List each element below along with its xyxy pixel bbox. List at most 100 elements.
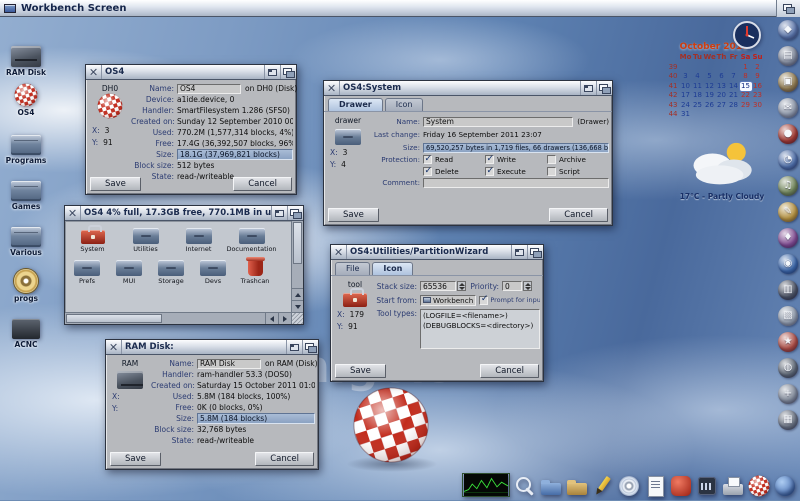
close-button[interactable] bbox=[86, 65, 102, 79]
calendar-day[interactable]: 2 bbox=[752, 63, 764, 73]
calendar-day[interactable]: 10 bbox=[680, 82, 692, 92]
calendar-day[interactable]: 8 bbox=[740, 72, 752, 82]
calendar-day[interactable]: 30 bbox=[752, 101, 764, 111]
calendar-day[interactable]: 3 bbox=[680, 72, 692, 82]
calendar-day[interactable]: 27 bbox=[716, 101, 728, 111]
protection-execute[interactable]: Execute bbox=[485, 166, 547, 176]
calendar-day[interactable]: 11 bbox=[692, 82, 704, 92]
desktop-icon-acnc[interactable]: ACNC bbox=[2, 313, 50, 349]
priority-input[interactable] bbox=[502, 281, 522, 291]
scroll-down-button[interactable] bbox=[292, 300, 303, 312]
folder-icon[interactable] bbox=[540, 475, 562, 497]
edit-icon[interactable]: ✎ bbox=[778, 202, 798, 222]
screen-depth-gadget[interactable] bbox=[776, 0, 800, 17]
tools-icon[interactable]: + bbox=[778, 384, 798, 404]
scroll-up-button[interactable] bbox=[292, 288, 303, 300]
cancel-button[interactable]: Cancel bbox=[255, 452, 314, 466]
web-icon[interactable] bbox=[774, 475, 796, 497]
calendar-day[interactable]: 22 bbox=[740, 91, 752, 101]
drawer-icon-prefs[interactable]: Prefs bbox=[66, 256, 108, 285]
scroll-right-button[interactable] bbox=[278, 313, 291, 324]
drawer-icon[interactable] bbox=[335, 129, 361, 145]
scroll-track[interactable] bbox=[163, 313, 265, 324]
calendar-day[interactable]: 17 bbox=[680, 91, 692, 101]
calendar-day[interactable]: 5 bbox=[704, 72, 716, 82]
vertical-scroll-thumb[interactable] bbox=[293, 222, 302, 264]
desktop-icon-os4[interactable]: OS4 bbox=[2, 81, 50, 117]
priority-stepper[interactable] bbox=[523, 281, 532, 291]
calendar-day[interactable]: 19 bbox=[704, 91, 716, 101]
zoom-button[interactable] bbox=[286, 340, 302, 354]
depth-button[interactable] bbox=[527, 245, 543, 259]
checkbox[interactable] bbox=[485, 166, 494, 176]
folder-icon[interactable]: ▣ bbox=[778, 72, 798, 92]
star-icon[interactable]: ★ bbox=[778, 332, 798, 352]
cancel-button[interactable]: Cancel bbox=[233, 177, 292, 191]
calendar-day[interactable]: 31 bbox=[680, 110, 692, 120]
media-icon[interactable]: ▥ bbox=[778, 280, 798, 300]
documents-icon[interactable] bbox=[566, 475, 588, 497]
name-input[interactable] bbox=[177, 83, 241, 94]
zoom-button[interactable] bbox=[511, 245, 527, 259]
scroll-left-button[interactable] bbox=[265, 313, 278, 324]
calendar-day[interactable]: 9 bbox=[752, 72, 764, 82]
music-icon[interactable]: ♫ bbox=[778, 176, 798, 196]
alert-icon[interactable]: ● bbox=[778, 124, 798, 144]
drawer-icon-internet[interactable]: Internet bbox=[172, 224, 225, 253]
zoom-button[interactable] bbox=[264, 65, 280, 79]
cancel-button[interactable]: Cancel bbox=[480, 364, 539, 378]
boing-icon[interactable] bbox=[748, 475, 770, 497]
desktop-icon-ram-disk[interactable]: RAM Disk bbox=[2, 41, 50, 77]
tooltype-item[interactable]: (DEBUGBLOCKS=<directory>) bbox=[423, 321, 537, 331]
sphere-icon[interactable]: ◆ bbox=[778, 20, 798, 40]
checkbox[interactable] bbox=[485, 154, 494, 164]
drawer-icon-documentation[interactable]: Documentation bbox=[225, 224, 278, 253]
zoom-button[interactable] bbox=[580, 81, 596, 95]
calendar-day[interactable]: 16 bbox=[752, 82, 764, 92]
drives-icon[interactable]: ▤ bbox=[778, 46, 798, 66]
tab-icon[interactable]: Icon bbox=[384, 98, 424, 111]
notes-icon[interactable] bbox=[644, 475, 666, 497]
clock-icon[interactable]: ◔ bbox=[778, 150, 798, 170]
comment-input[interactable] bbox=[423, 177, 609, 188]
calendar-day[interactable]: 25 bbox=[692, 101, 704, 111]
desktop-icon-progs[interactable]: progs bbox=[2, 267, 50, 303]
checkbox[interactable] bbox=[423, 154, 432, 164]
save-button[interactable]: Save bbox=[110, 452, 161, 466]
drawer-icon-system[interactable]: System bbox=[66, 224, 119, 253]
calendar-day[interactable]: 26 bbox=[704, 101, 716, 111]
prompt-checkbox[interactable] bbox=[479, 294, 488, 305]
drawer-icon-trashcan[interactable]: Trashcan bbox=[234, 256, 276, 285]
close-button[interactable] bbox=[324, 81, 340, 95]
titlebar[interactable]: RAM Disk: bbox=[106, 340, 318, 355]
checkbox[interactable] bbox=[547, 167, 556, 176]
protection-write[interactable]: Write bbox=[485, 154, 547, 164]
desktop-icon-games[interactable]: Games bbox=[2, 175, 50, 211]
horizontal-scroll-thumb[interactable] bbox=[66, 314, 162, 323]
horizontal-scrollbar[interactable] bbox=[65, 312, 303, 324]
media-icon[interactable] bbox=[696, 475, 718, 497]
disk-icon[interactable]: ◍ bbox=[778, 358, 798, 378]
calendar-day[interactable]: 14 bbox=[728, 82, 740, 92]
save-button[interactable]: Save bbox=[328, 208, 379, 222]
calendar-day[interactable]: 29 bbox=[740, 101, 752, 111]
tab-drawer[interactable]: Drawer bbox=[328, 98, 383, 111]
checkbox[interactable] bbox=[547, 155, 556, 164]
clock-icon[interactable] bbox=[732, 20, 762, 50]
apps-icon[interactable]: ♦ bbox=[778, 228, 798, 248]
desktop-icon-various[interactable]: Various bbox=[2, 221, 50, 257]
save-button[interactable]: Save bbox=[90, 177, 141, 191]
titlebar[interactable]: OS4 bbox=[86, 65, 296, 80]
globe-icon[interactable]: ◉ bbox=[778, 254, 798, 274]
depth-button[interactable] bbox=[302, 340, 318, 354]
calendar-day[interactable]: 12 bbox=[704, 82, 716, 92]
stack-size-input[interactable] bbox=[420, 281, 456, 291]
disk-icon[interactable] bbox=[97, 93, 123, 123]
drawer-icon-devs[interactable]: Devs bbox=[192, 256, 234, 285]
tab-icon[interactable]: Icon bbox=[372, 262, 414, 275]
titlebar[interactable]: OS4:System bbox=[324, 81, 612, 96]
drawer-icon-utilities[interactable]: Utilities bbox=[119, 224, 172, 253]
zoom-button[interactable] bbox=[271, 206, 287, 220]
protection-script[interactable]: Script bbox=[547, 167, 609, 176]
drawer-icon-mui[interactable]: MUI bbox=[108, 256, 150, 285]
